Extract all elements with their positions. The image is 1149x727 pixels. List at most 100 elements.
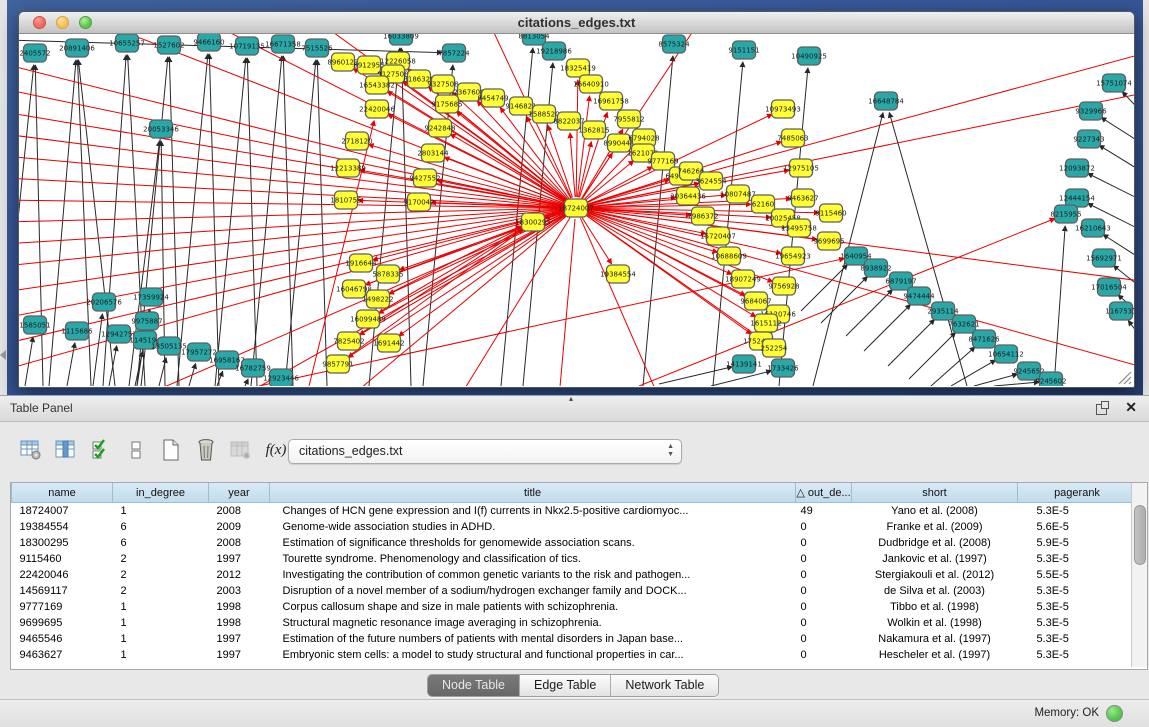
table-row[interactable]: 946554611997Estimation of the future num… [12,631,1137,647]
graph-node[interactable]: 19384554 [600,265,636,283]
column-header-title[interactable]: title [270,483,796,503]
graph-node[interactable]: 1362815 [578,121,609,139]
graph-node[interactable]: 7986372 [687,207,718,225]
graph-node[interactable]: 1115686 [61,322,93,340]
table-scrollbar-thumb[interactable] [1134,505,1146,565]
select-all-icon[interactable] [88,437,114,463]
network-view-window[interactable]: citations_edges.txt 24055722089140610655… [18,11,1135,388]
graph-node[interactable]: 2803144 [417,144,449,162]
table-row[interactable]: 1830029562008Estimation of significance … [12,535,1137,551]
graph-node[interactable]: 20206576 [86,293,122,311]
split-divider-handle-icon[interactable]: ▴ [569,395,573,403]
graph-node[interactable]: 10719135 [229,37,265,55]
graph-node[interactable]: 1810755 [330,191,361,209]
graph-node[interactable]: 1585051 [19,316,50,334]
graph-node[interactable]: 16648784 [868,92,904,110]
graph-node[interactable]: 9151151 [728,41,759,59]
graph-node[interactable]: 1691442 [373,334,404,352]
delete-column-icon[interactable] [193,437,219,463]
graph-node[interactable]: 9699695 [813,232,844,250]
graph-node[interactable]: 10490925 [791,47,827,65]
table-mode-icon[interactable] [18,437,44,463]
graph-node[interactable]: 9245602 [1035,372,1066,386]
deselect-all-icon[interactable] [123,437,149,463]
graph-node[interactable]: 15751074 [1096,74,1132,92]
column-header-out_de[interactable]: △ out_de... [796,483,852,503]
graph-node[interactable]: 1615112 [750,314,781,332]
graph-node[interactable]: 7825402 [333,332,364,350]
graph-node[interactable]: 1167533 [1105,302,1134,320]
column-header-short[interactable]: short [852,483,1018,503]
graph-node[interactable]: 8471626 [968,330,1000,348]
function-builder-icon[interactable]: f(x) [263,437,289,463]
graph-node[interactable]: 14139141 [726,355,762,373]
graph-node[interactable]: 16210643 [1075,219,1111,237]
table-row[interactable]: 1938455462009Genome-wide association stu… [12,519,1137,535]
graph-node[interactable]: 10655257 [109,34,145,52]
close-panel-button[interactable]: ✕ [1125,399,1137,415]
graph-node[interactable]: 9242848 [424,119,455,137]
graph-node[interactable]: 7515526 [301,39,333,57]
graph-node[interactable]: 3624554 [695,172,727,190]
tab-edge-table[interactable]: Edge Table [520,675,611,696]
graph-node[interactable]: 19654923 [775,247,811,265]
graph-node[interactable]: 1916644 [345,254,377,272]
table-row[interactable]: 911546021997Tourette syndrome. Phenomeno… [12,551,1137,567]
graph-node[interactable]: 9329966 [1075,102,1107,120]
graph-node[interactable]: 5878335 [372,265,403,283]
tab-node-table[interactable]: Node Table [428,675,520,696]
graph-node[interactable]: 9474444 [903,287,935,305]
graph-node[interactable]: 20053346 [143,120,179,138]
column-header-name[interactable]: name [12,483,113,503]
tab-network-table[interactable]: Network Table [611,675,718,696]
graph-node[interactable]: 8215955 [1050,205,1081,223]
graph-node[interactable]: 1498222 [362,290,393,308]
graph-node[interactable]: 9427552 [409,169,440,187]
graph-node[interactable]: 16033809 [383,34,419,45]
graph-node[interactable]: 8938922 [860,259,891,277]
graph-node[interactable]: 9466160 [193,34,224,51]
delete-table-icon[interactable] [228,437,254,463]
graph-node[interactable]: 9756928 [768,277,799,295]
column-header-year[interactable]: year [209,483,270,503]
graph-node[interactable]: 252254 [761,339,788,357]
table-source-dropdown[interactable]: citations_edges.txt ▲▼ [288,439,682,464]
graph-node[interactable]: 10688609 [711,247,747,265]
citation-network-graph[interactable]: 2405572208914061065525715276029466160107… [19,34,1134,386]
graph-node[interactable]: 2718120 [341,132,372,150]
table-row[interactable]: 1456911722003Disruption of a novel membe… [12,583,1137,599]
table-row[interactable]: 1872400712008Changes of HCN gene express… [12,503,1137,520]
graph-node[interactable]: 16671358 [265,35,301,53]
column-header-pagerank[interactable]: pagerank [1018,483,1137,503]
table-scrollbar[interactable] [1131,483,1147,667]
graph-node[interactable]: 16640910 [573,75,609,93]
graph-node[interactable]: 8454749 [477,89,508,107]
table-row[interactable]: 969969511998Structural magnetic resonanc… [12,615,1137,631]
graph-node[interactable]: 9115460 [815,204,846,222]
window-resize-grip-icon[interactable] [1119,372,1131,384]
graph-node[interactable]: 62160 [752,195,775,213]
panel-collapse-grabber-icon[interactable] [0,350,6,360]
graph-node[interactable]: 12975105 [783,159,819,177]
graph-node[interactable]: 8575324 [658,35,690,53]
graph-node[interactable]: 2405572 [19,44,50,62]
table-row[interactable]: 2242004622012Investigating the contribut… [12,567,1137,583]
graph-node[interactable]: 7955812 [613,110,644,128]
graph-node[interactable]: 9175685 [431,95,462,113]
table-row[interactable]: 977716911998Corpus callosum shape and si… [12,599,1137,615]
graph-node[interactable]: 9975887 [131,312,162,330]
graph-node[interactable]: 1527602 [153,36,184,54]
table-row[interactable]: 946362711997Embryonic stem cells: a mode… [12,647,1137,663]
graph-node[interactable]: 15692971 [1086,249,1122,267]
float-panel-button[interactable] [1095,401,1109,415]
new-column-icon[interactable] [158,437,184,463]
graph-node[interactable]: 1733426 [767,359,799,377]
graph-node[interactable]: 17016504 [1091,278,1127,296]
graph-node[interactable]: 7857224 [438,44,470,62]
network-canvas[interactable]: 2405572208914061065525715276029466160107… [19,34,1134,386]
graph-node[interactable]: 9170042 [403,193,434,211]
window-titlebar[interactable]: citations_edges.txt [19,12,1134,34]
graph-node[interactable]: 9463627 [787,189,818,207]
graph-node[interactable]: 16961758 [593,92,629,110]
graph-node[interactable]: 9857791 [322,355,353,373]
